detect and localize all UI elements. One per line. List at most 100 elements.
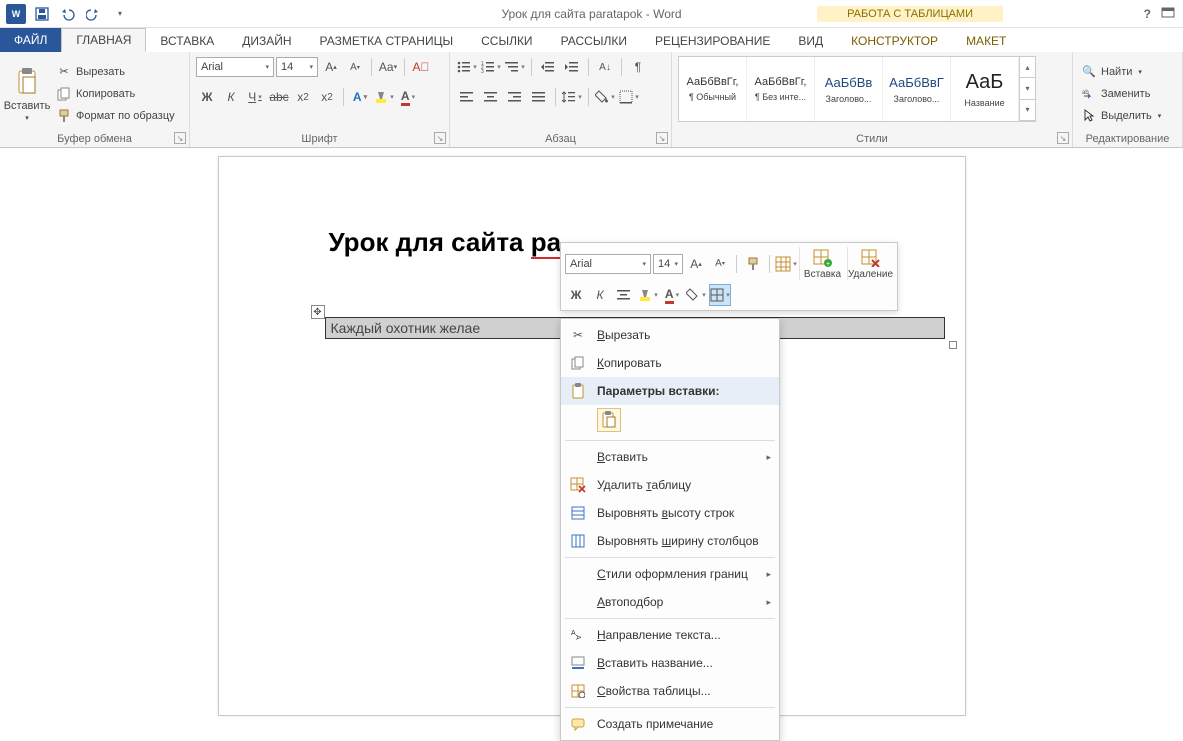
shading-icon[interactable] [594, 86, 616, 108]
mini-font-size[interactable]: 14▾ [653, 254, 683, 274]
tab-page-layout[interactable]: РАЗМЕТКА СТРАНИЦЫ [306, 30, 468, 52]
mini-insert-button[interactable]: + Вставка [799, 247, 845, 280]
mini-font-name[interactable]: Arial▾ [565, 254, 651, 274]
text-effects-icon[interactable]: A [349, 86, 371, 108]
mini-highlight-icon[interactable] [637, 284, 659, 306]
cut-button[interactable]: ✂Вырезать [54, 63, 177, 81]
tab-file[interactable]: ФАЙЛ [0, 28, 61, 52]
cm-copy[interactable]: Копировать [561, 349, 779, 377]
font-dialog-launcher[interactable]: ↘ [434, 132, 446, 144]
style-heading1[interactable]: АаБбВвЗаголово... [815, 57, 883, 121]
ribbon-display-icon[interactable] [1161, 7, 1175, 21]
paragraph-dialog-launcher[interactable]: ↘ [656, 132, 668, 144]
tab-mailings[interactable]: РАССЫЛКИ [547, 30, 641, 52]
qat-customize-icon[interactable]: ▾ [108, 2, 132, 26]
paste-button[interactable]: Вставить ▾ [6, 56, 48, 131]
tab-table-design[interactable]: КОНСТРУКТОР [837, 30, 952, 52]
table-move-handle-icon[interactable]: ✥ [311, 305, 325, 319]
subscript-button[interactable]: x2 [292, 86, 314, 108]
font-size-combo[interactable]: 14▾ [276, 57, 318, 77]
mini-align-icon[interactable] [613, 284, 635, 306]
cm-cut[interactable]: ✂Вырезать [561, 321, 779, 349]
mini-shading-icon[interactable] [685, 284, 707, 306]
line-spacing-icon[interactable] [561, 86, 583, 108]
bullets-icon[interactable] [456, 56, 478, 78]
shrink-font-icon[interactable]: A▾ [344, 56, 366, 78]
caption-icon [569, 654, 587, 672]
cm-autofit[interactable]: Автоподбор▸ [561, 588, 779, 616]
superscript-button[interactable]: x2 [316, 86, 338, 108]
cm-insert[interactable]: Вставить▸ [561, 443, 779, 471]
align-center-icon[interactable] [480, 86, 502, 108]
cm-table-properties[interactable]: Свойства таблицы... [561, 677, 779, 705]
increase-indent-icon[interactable] [561, 56, 583, 78]
document-title: Урок для сайта paratapok - Word [501, 7, 681, 21]
show-marks-icon[interactable]: ¶ [627, 56, 649, 78]
mini-shrink-font-icon[interactable]: A▾ [709, 253, 731, 275]
tab-references[interactable]: ССЫЛКИ [467, 30, 546, 52]
replace-icon: ab [1081, 86, 1097, 102]
cm-border-styles[interactable]: Стили оформления границ▸ [561, 560, 779, 588]
styles-dialog-launcher[interactable]: ↘ [1057, 132, 1069, 144]
decrease-indent-icon[interactable] [537, 56, 559, 78]
font-name-combo[interactable]: Arial▾ [196, 57, 274, 77]
cm-new-comment[interactable]: Создать примечание [561, 710, 779, 738]
styles-gallery-more[interactable]: ▴▾▾ [1019, 57, 1035, 121]
scissors-icon: ✂ [56, 64, 72, 80]
borders-icon[interactable] [618, 86, 640, 108]
cm-text-direction[interactable]: AAНаправление текста... [561, 621, 779, 649]
align-right-icon[interactable] [504, 86, 526, 108]
cm-distribute-cols[interactable]: Выровнять ширину столбцов [561, 527, 779, 555]
cm-insert-caption[interactable]: Вставить название... [561, 649, 779, 677]
multilevel-list-icon[interactable] [504, 56, 526, 78]
style-no-spacing[interactable]: АаБбВвГг,¶ Без инте... [747, 57, 815, 121]
mini-format-painter-icon[interactable] [742, 253, 764, 275]
bold-button[interactable]: Ж [196, 86, 218, 108]
copy-button[interactable]: Копировать [54, 85, 177, 103]
grow-font-icon[interactable]: A▴ [320, 56, 342, 78]
mini-font-color-icon[interactable]: A [661, 284, 683, 306]
mini-borders-icon[interactable] [709, 284, 731, 306]
tab-insert[interactable]: ВСТАВКА [146, 30, 228, 52]
save-icon[interactable] [30, 2, 54, 26]
select-button[interactable]: Выделить▾ [1079, 107, 1163, 125]
mini-italic-button[interactable]: К [589, 284, 611, 306]
undo-icon[interactable] [56, 2, 80, 26]
mini-bold-button[interactable]: Ж [565, 284, 587, 306]
mini-insert-table-icon[interactable] [775, 253, 797, 275]
cm-distribute-rows[interactable]: Выровнять высоту строк [561, 499, 779, 527]
cm-delete-table[interactable]: Удалить таблицу [561, 471, 779, 499]
cm-paste-option-keep-source[interactable] [561, 405, 779, 438]
underline-button[interactable]: Ч [244, 86, 266, 108]
tab-view[interactable]: ВИД [784, 30, 837, 52]
replace-button[interactable]: abЗаменить [1079, 85, 1163, 103]
clear-formatting-icon[interactable]: A⃠ [410, 56, 432, 78]
font-color-icon[interactable]: A [397, 86, 419, 108]
tab-review[interactable]: РЕЦЕНЗИРОВАНИЕ [641, 30, 784, 52]
table-resize-handle[interactable] [949, 341, 957, 349]
format-painter-button[interactable]: Формат по образцу [54, 107, 177, 125]
style-normal[interactable]: АаБбВвГг,¶ Обычный [679, 57, 747, 121]
styles-gallery[interactable]: АаБбВвГг,¶ Обычный АаБбВвГг,¶ Без инте..… [678, 56, 1036, 122]
style-title[interactable]: АаБНазвание [951, 57, 1019, 121]
mini-grow-font-icon[interactable]: A▴ [685, 253, 707, 275]
strikethrough-button[interactable]: abc [268, 86, 290, 108]
svg-text:A: A [574, 635, 581, 640]
highlight-icon[interactable] [373, 86, 395, 108]
tab-design[interactable]: ДИЗАЙН [228, 30, 305, 52]
align-left-icon[interactable] [456, 86, 478, 108]
sort-icon[interactable]: A↓ [594, 56, 616, 78]
justify-icon[interactable] [528, 86, 550, 108]
mini-delete-button[interactable]: Удаление [847, 247, 893, 280]
clipboard-dialog-launcher[interactable]: ↘ [174, 132, 186, 144]
italic-button[interactable]: К [220, 86, 242, 108]
change-case-icon[interactable]: Aa▾ [377, 56, 399, 78]
find-button[interactable]: 🔍Найти▾ [1079, 63, 1163, 81]
help-icon[interactable]: ? [1144, 7, 1151, 21]
tab-home[interactable]: ГЛАВНАЯ [61, 28, 146, 52]
style-heading2[interactable]: АаБбВвГЗаголово... [883, 57, 951, 121]
tab-table-layout[interactable]: МАКЕТ [952, 30, 1020, 52]
word-app-icon[interactable]: W [4, 2, 28, 26]
numbering-icon[interactable]: 123 [480, 56, 502, 78]
redo-icon[interactable] [82, 2, 106, 26]
